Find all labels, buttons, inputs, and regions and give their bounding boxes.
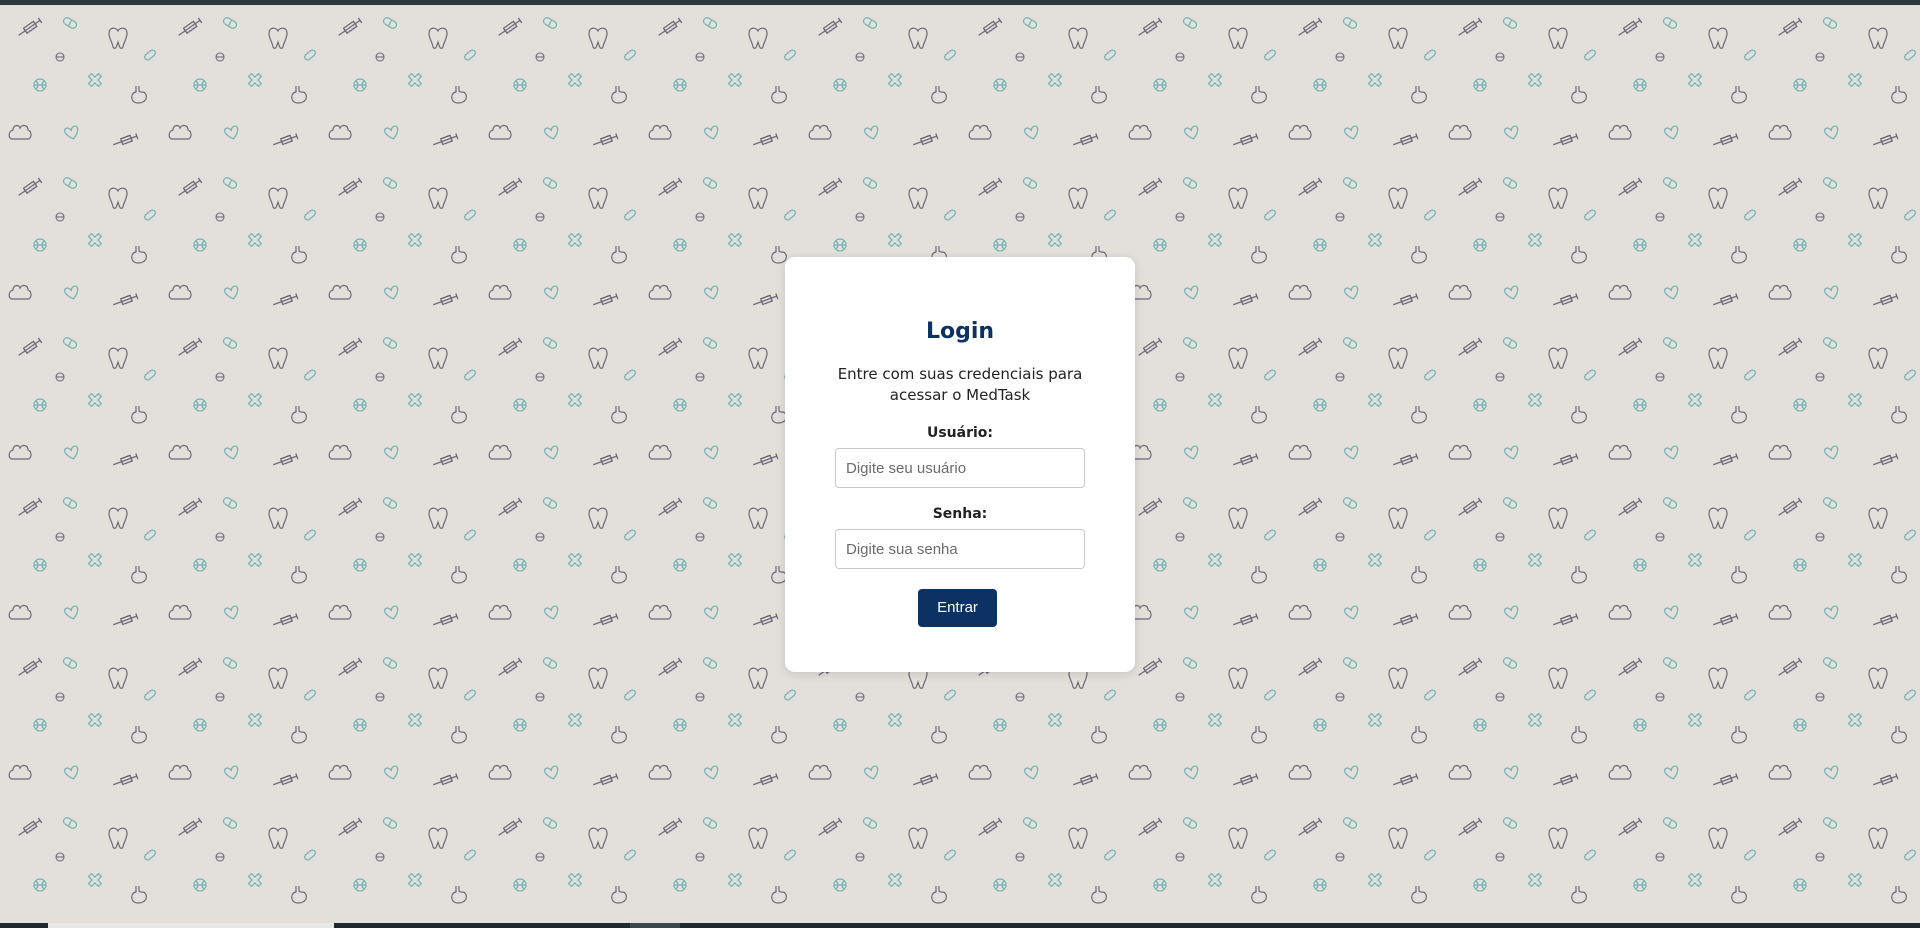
login-title: Login [925, 319, 995, 344]
username-input[interactable] [835, 448, 1085, 488]
submit-button[interactable]: Entrar [918, 589, 997, 627]
password-input[interactable] [835, 529, 1085, 569]
username-label: Usuário: [926, 425, 994, 441]
scrollbar-marker [630, 923, 680, 928]
password-label: Senha: [932, 506, 988, 522]
login-subtitle: Entre com suas credenciais para acessar … [837, 365, 1083, 404]
horizontal-scrollbar[interactable] [0, 923, 1920, 928]
scrollbar-thumb[interactable] [48, 923, 334, 928]
login-card: Login Entre com suas credenciais para ac… [785, 257, 1135, 672]
